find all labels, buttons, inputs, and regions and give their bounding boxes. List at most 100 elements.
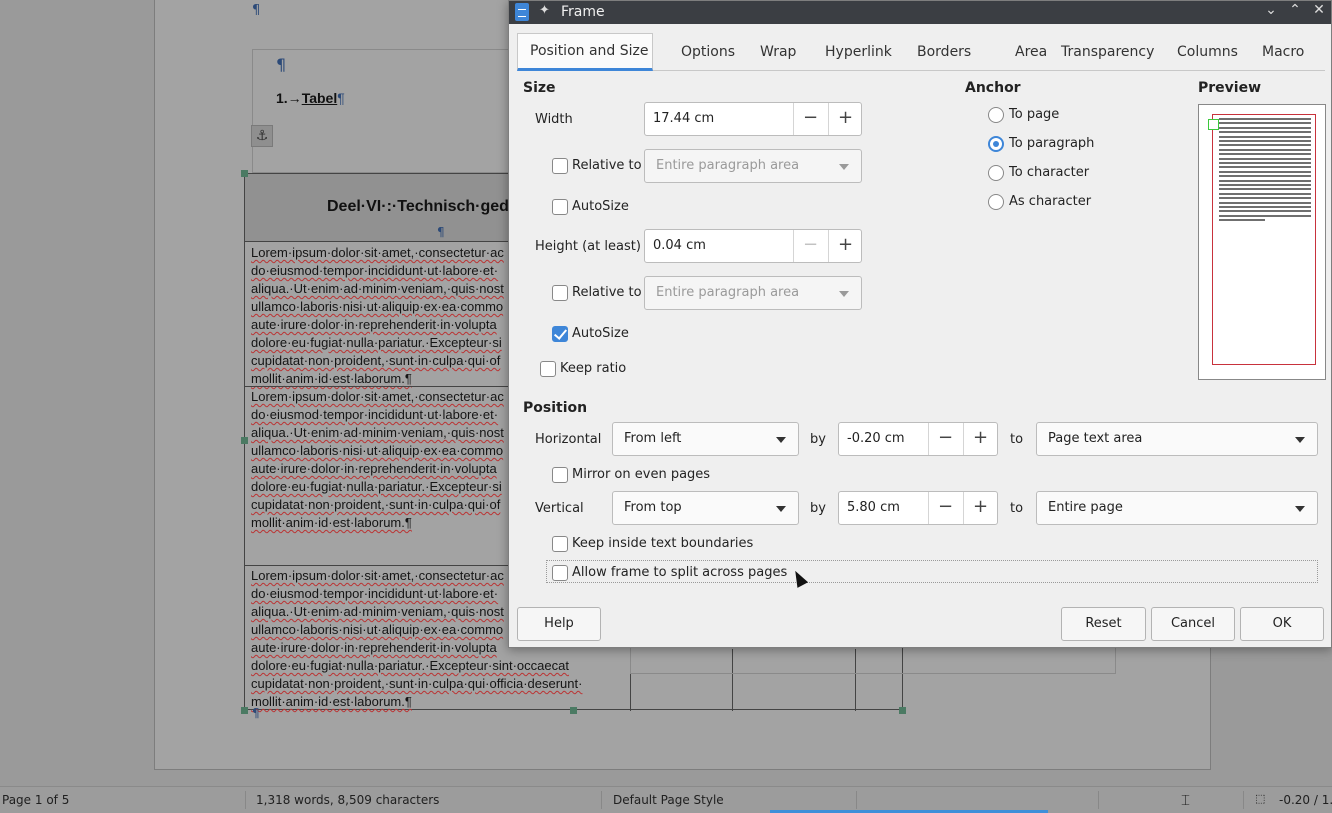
vertical-by-decrement-button[interactable]: − (928, 492, 962, 524)
tab-position-and-size[interactable]: Position and Size (517, 33, 653, 71)
chevron-down-icon (839, 291, 849, 297)
preview-line (1219, 162, 1311, 164)
height-spinbox[interactable]: 0.04 cm − + (644, 229, 862, 263)
tab-macro[interactable]: Macro (1250, 33, 1316, 71)
horizontal-by-decrement-button[interactable]: − (928, 423, 962, 455)
selection-handle[interactable] (570, 707, 577, 714)
height-decrement-button[interactable]: − (793, 230, 827, 262)
word-count[interactable]: 1,318 words, 8,509 characters (256, 793, 439, 807)
status-divider (1243, 791, 1244, 809)
status-bar: Page 1 of 5 1,318 words, 8,509 character… (0, 786, 1332, 813)
width-decrement-button[interactable]: − (793, 103, 827, 135)
text-line: dolore·eu·fugiat·nulla·pariatur.·Excepte… (251, 658, 569, 673)
vertical-by-increment-button[interactable]: + (963, 492, 997, 524)
height-increment-button[interactable]: + (828, 230, 862, 262)
preview-line (1219, 118, 1311, 120)
text-cursor-icon: ⌶ (1181, 791, 1191, 809)
position-group-title: Position (523, 400, 588, 416)
horizontal-dropdown[interactable]: From left (612, 422, 799, 456)
preview-line (1219, 175, 1311, 178)
selection-handle[interactable] (241, 437, 248, 444)
autosize-width-checkbox[interactable] (552, 199, 568, 215)
close-icon[interactable]: ✕ (1309, 2, 1329, 18)
mirror-even-pages-checkbox[interactable] (552, 467, 568, 483)
width-increment-button[interactable]: + (828, 103, 862, 135)
vertical-by-spinbox[interactable]: 5.80 cm − + (838, 491, 998, 525)
horizontal-to-dropdown[interactable]: Page text area (1036, 422, 1318, 456)
preview-line (1219, 214, 1311, 217)
tab-options[interactable]: Options (669, 33, 747, 71)
relative-height-label: Relative to (572, 285, 642, 300)
tab-columns[interactable]: Columns (1165, 33, 1250, 71)
dialog-titlebar[interactable]: ✦ Frame ⌄ ⌃ ✕ (509, 1, 1331, 24)
preview-line (1219, 184, 1311, 186)
horizontal-by-value[interactable]: -0.20 cm (847, 431, 905, 446)
selection-handle[interactable] (241, 170, 248, 177)
help-button[interactable]: Help (517, 607, 601, 641)
vertical-to-dropdown[interactable]: Entire page (1036, 491, 1318, 525)
horizontal-by-spinbox[interactable]: -0.20 cm − + (838, 422, 998, 456)
preview-title: Preview (1198, 80, 1262, 96)
anchor-to-character-radio[interactable] (988, 165, 1004, 181)
cancel-button[interactable]: Cancel (1151, 607, 1235, 641)
autosize-width-label: AutoSize (572, 199, 629, 214)
keep-ratio-label: Keep ratio (560, 361, 627, 376)
document-heading: 1.→Tabel¶ (276, 90, 345, 106)
chevron-down-icon (776, 437, 786, 443)
width-label: Width (535, 112, 573, 127)
maximize-icon[interactable]: ⌃ (1285, 2, 1305, 18)
tab-content-panel: Size Width 17.44 cm − + Relative to Enti… (517, 71, 1326, 595)
relative-height-checkbox[interactable] (552, 285, 568, 301)
autosize-height-label: AutoSize (572, 326, 629, 341)
tab-borders[interactable]: Borders (905, 33, 983, 71)
relative-height-value: Entire paragraph area (656, 285, 800, 300)
height-value[interactable]: 0.04 cm (653, 238, 706, 253)
preview-line (1219, 131, 1311, 134)
preview-line (1219, 140, 1311, 142)
pin-icon[interactable]: ✦ (539, 3, 550, 18)
writer-app-icon (515, 3, 529, 21)
vertical-by-value[interactable]: 5.80 cm (847, 500, 900, 515)
relative-height-dropdown[interactable]: Entire paragraph area (644, 276, 862, 310)
ok-button[interactable]: OK (1240, 607, 1324, 641)
selection-icon: ⬚ (1255, 792, 1266, 805)
anchor-as-character-label: As character (1009, 194, 1092, 209)
anchor-to-page-radio[interactable] (988, 107, 1004, 123)
preview-line (1219, 170, 1311, 173)
preview-line (1219, 135, 1311, 138)
page-style[interactable]: Default Page Style (613, 793, 724, 807)
preview-line (1219, 126, 1311, 129)
vertical-dropdown[interactable]: From top (612, 491, 799, 525)
anchor-to-paragraph-radio[interactable] (988, 136, 1004, 152)
horizontal-by-increment-button[interactable]: + (963, 423, 997, 455)
minimize-icon[interactable]: ⌄ (1261, 2, 1281, 18)
relative-width-dropdown[interactable]: Entire paragraph area (644, 149, 862, 183)
anchor-as-character-radio[interactable] (988, 194, 1004, 210)
anchor-icon[interactable]: ⚓ (251, 125, 273, 147)
preview-line (1219, 197, 1311, 200)
preview-line (1219, 122, 1311, 125)
tab-wrap[interactable]: Wrap (748, 33, 808, 71)
reset-button[interactable]: Reset (1061, 607, 1146, 641)
tab-transparency[interactable]: Transparency (1049, 33, 1166, 71)
autosize-height-checkbox[interactable] (552, 326, 568, 342)
document-frame[interactable] (252, 49, 522, 173)
keep-inside-boundaries-checkbox[interactable] (552, 536, 568, 552)
anchor-to-character-label: To character (1009, 165, 1090, 180)
tab-hyperlink[interactable]: Hyperlink (813, 33, 904, 71)
preview-line (1219, 179, 1311, 182)
relative-width-checkbox[interactable] (552, 158, 568, 174)
anchor-to-paragraph-label: To paragraph (1009, 136, 1095, 151)
selection-handle[interactable] (899, 707, 906, 714)
document-frame-outline (630, 648, 1116, 674)
preview-line (1219, 188, 1311, 191)
preview-line (1219, 219, 1265, 222)
page-count[interactable]: Page 1 of 5 (2, 793, 69, 807)
selection-handle[interactable] (241, 707, 248, 714)
chevron-down-icon (839, 164, 849, 170)
keep-ratio-checkbox[interactable] (540, 361, 556, 377)
width-spinbox[interactable]: 17.44 cm − + (644, 102, 862, 136)
width-value[interactable]: 17.44 cm (653, 111, 714, 126)
preview-line (1219, 144, 1311, 147)
preview-area (1198, 104, 1326, 380)
